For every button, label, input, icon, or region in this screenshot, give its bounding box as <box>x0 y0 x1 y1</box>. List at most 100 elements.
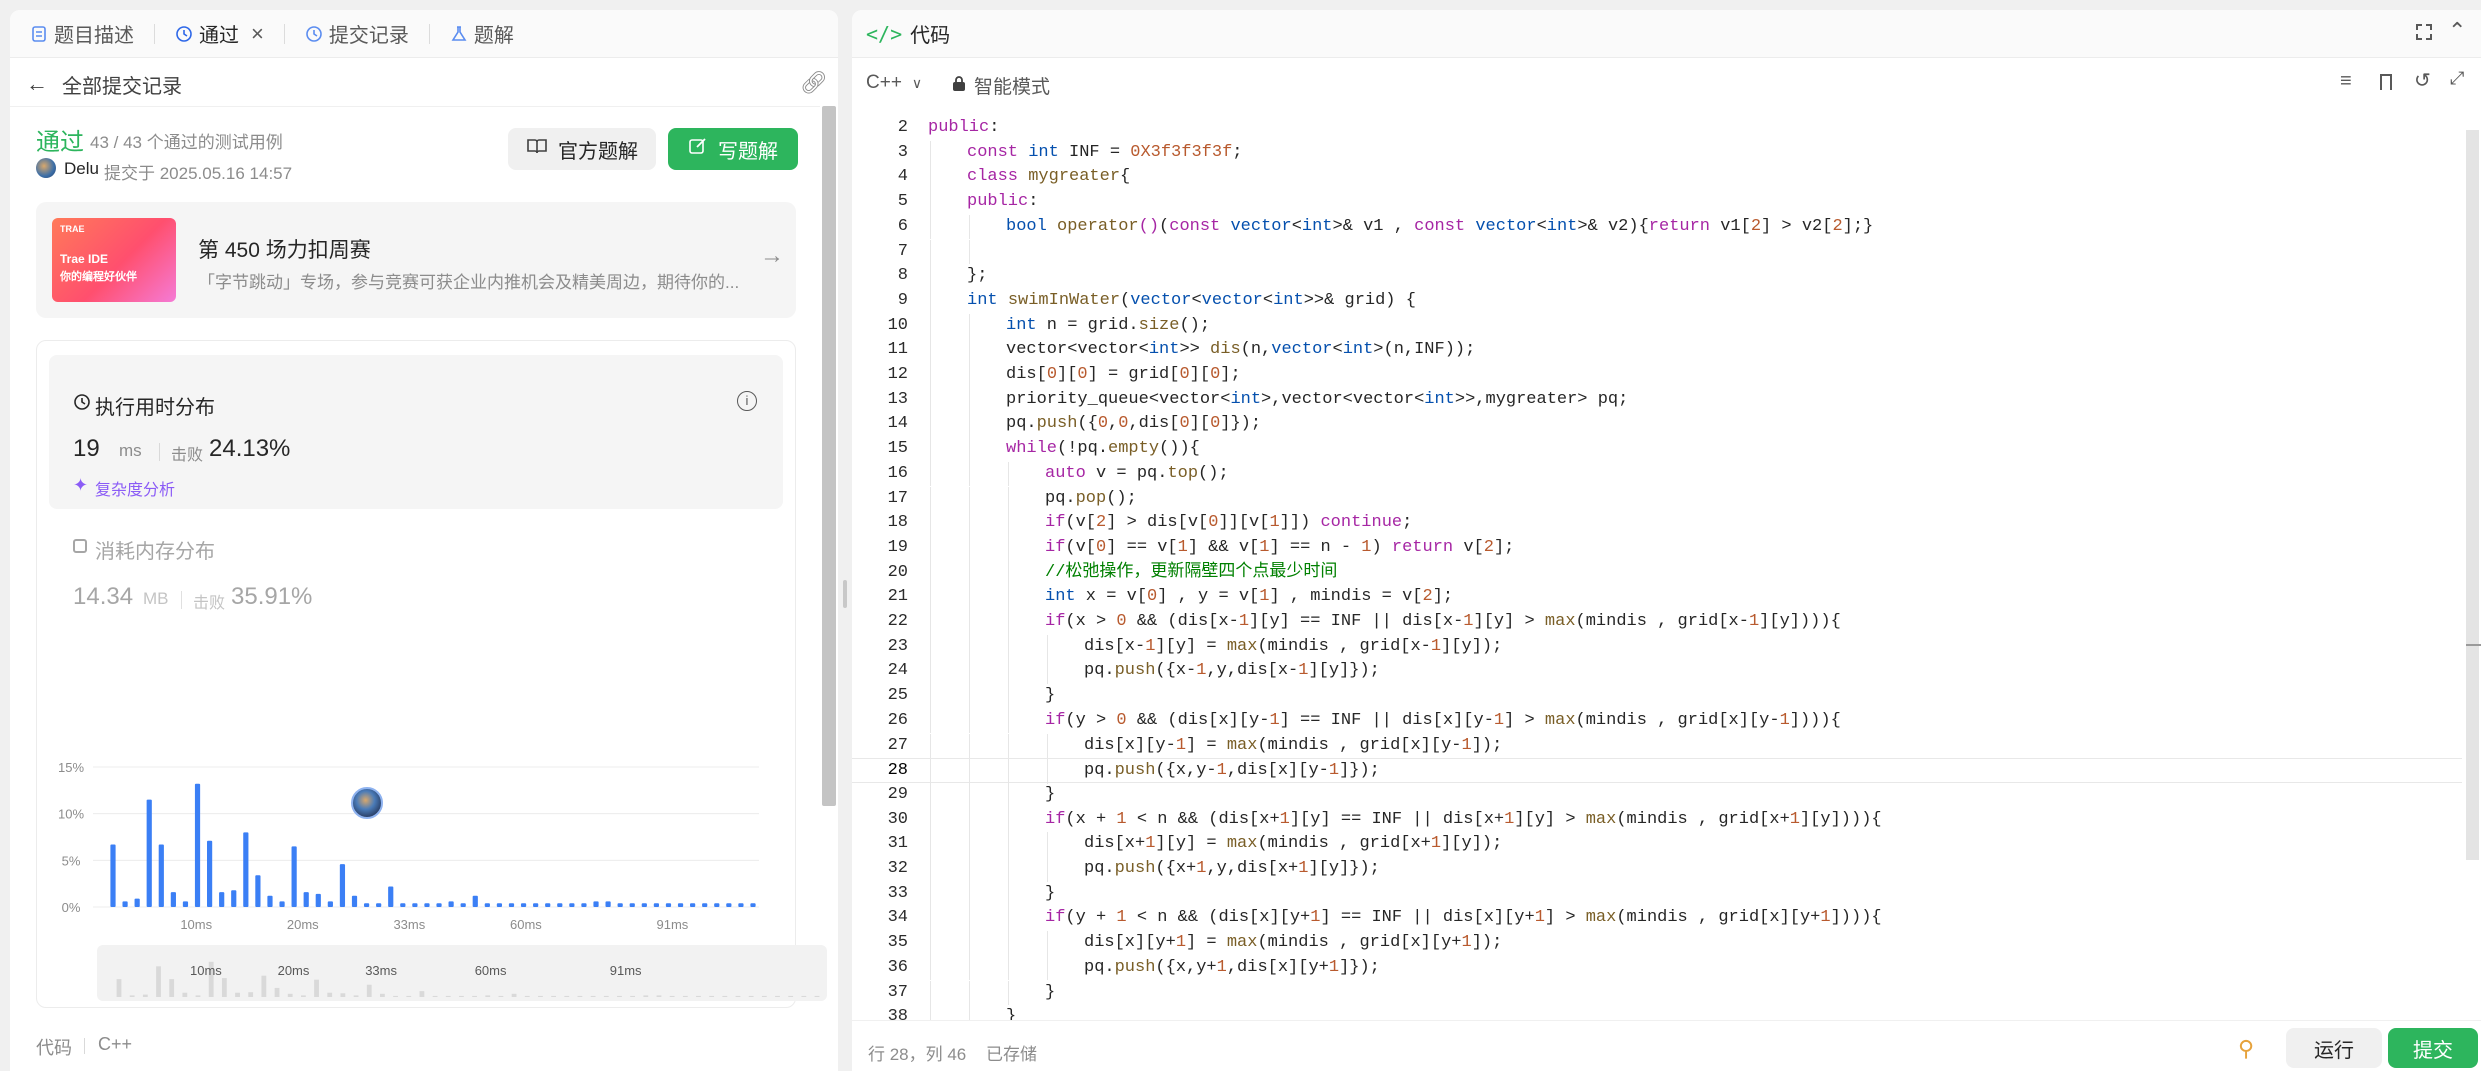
runtime-bar[interactable] <box>714 903 720 907</box>
info-icon[interactable]: i <box>737 391 757 411</box>
chart-range-slider[interactable]: 10ms 20ms 33ms 60ms 91ms <box>97 945 827 1001</box>
tab-submissions[interactable]: 提交记录 <box>305 19 409 48</box>
code-line[interactable]: 11 vector<vector<int>> dis(n,vector<int>(… <box>852 338 2462 363</box>
runtime-bar[interactable] <box>315 893 321 907</box>
runtime-bar[interactable] <box>339 864 346 907</box>
panel-resize-handle[interactable] <box>843 580 847 608</box>
runtime-bar[interactable] <box>605 901 611 907</box>
runtime-bar[interactable] <box>122 901 128 907</box>
runtime-bar[interactable] <box>484 903 490 907</box>
code-line[interactable]: 35 dis[x][y+1] = max(mindis , grid[x][y+1… <box>852 931 2462 956</box>
language-select[interactable]: C++ ∨ <box>866 72 922 94</box>
runtime-bar[interactable] <box>424 903 430 907</box>
code-line[interactable]: 18 if(v[2] > dis[v[0]][v[1]]) continue; <box>852 511 2462 536</box>
runtime-bar[interactable] <box>400 903 406 907</box>
runtime-bar[interactable] <box>327 901 333 907</box>
chevron-up-icon[interactable]: ⌃ <box>2448 18 2466 44</box>
code-line[interactable]: 25} <box>852 684 2462 709</box>
runtime-bar[interactable] <box>388 886 394 907</box>
code-line[interactable]: 5 public: <box>852 190 2462 215</box>
code-line[interactable]: 10 int n = grid.size(); <box>852 313 2462 339</box>
code-line[interactable]: 38} <box>852 1005 2462 1020</box>
code-line[interactable]: 34 if(y + 1 < n && (dis[x][y+1] == INF ||… <box>852 906 2462 932</box>
code-line[interactable]: 17 pq.pop(); <box>852 486 2462 512</box>
code-line[interactable]: 15 while(!pq.empty()){ <box>852 437 2462 462</box>
runtime-bar[interactable] <box>303 892 309 907</box>
runtime-bar[interactable] <box>243 832 249 907</box>
code-line[interactable]: 14 pq.push({0,0,dis[0][0]}); <box>852 412 2462 438</box>
runtime-bar[interactable] <box>110 844 116 907</box>
code-line[interactable]: 29} <box>852 782 2462 808</box>
run-button[interactable]: 运行 <box>2286 1028 2382 1068</box>
code-line[interactable]: 9 int swimInWater(vector<vector<int>>& gr… <box>852 288 2462 314</box>
code-line[interactable]: 23 dis[x-1][y] = max(mindis , grid[x-1][y… <box>852 634 2462 660</box>
contest-banner[interactable]: TRAE Trae IDE 你的编程好伙伴 第 450 场力扣周赛 「字节跳动」… <box>36 202 796 318</box>
runtime-bar[interactable] <box>436 903 442 907</box>
code-line[interactable]: 37} <box>852 980 2462 1006</box>
code-line[interactable]: 8}; <box>852 264 2462 289</box>
runtime-bar[interactable] <box>170 892 176 907</box>
code-line[interactable]: 12 dis[0][0] = grid[0][0]; <box>852 363 2462 388</box>
code-line[interactable]: 22 if(x > 0 && (dis[x-1][y] == INF || dis… <box>852 610 2462 635</box>
code-line[interactable]: 28 pq.push({x,y-1,dis[x][y-1]}); <box>852 758 2462 784</box>
runtime-bar[interactable] <box>665 903 672 907</box>
runtime-bar[interactable] <box>182 901 189 907</box>
submit-button[interactable]: 提交 <box>2388 1028 2478 1068</box>
runtime-bar[interactable] <box>545 903 551 907</box>
complexity-analysis-link[interactable]: 复杂度分析 <box>95 476 175 500</box>
expand-icon[interactable]: ⤢ <box>2450 68 2464 89</box>
tab-solutions[interactable]: 题解 <box>450 19 514 48</box>
runtime-bar[interactable] <box>690 903 696 907</box>
code-area[interactable]: 2 public: 3 const int INF = 0X3f3f3f3f; 4 cla… <box>852 116 2472 1020</box>
assistant-icon[interactable]: ⚲ <box>2238 1036 2254 1062</box>
runtime-bar[interactable] <box>448 901 454 907</box>
fullscreen-icon[interactable] <box>2416 24 2432 40</box>
code-line[interactable]: 13 priority_queue<vector<int>,vector<vect… <box>852 387 2462 413</box>
runtime-distribution-chart[interactable]: 15% 10% 5% 0% 10ms 20ms 33ms 60ms 91ms <box>37 661 795 961</box>
code-line[interactable]: 19 if(v[0] == v[1] && v[1] == n - 1) retu… <box>852 535 2462 561</box>
runtime-bar[interactable] <box>134 898 140 907</box>
username[interactable]: Delu <box>64 159 99 179</box>
back-row[interactable]: ← 全部提交记录 <box>26 66 182 102</box>
tab-description[interactable]: 题目描述 <box>30 19 134 48</box>
runtime-box[interactable]: 执行用时分布 i 19 ms 击败 24.13% ✦ 复杂度分析 <box>49 355 783 509</box>
runtime-bar[interactable] <box>653 903 659 907</box>
runtime-bar[interactable] <box>750 903 756 907</box>
user-marker-avatar[interactable] <box>351 787 383 819</box>
runtime-bar[interactable] <box>158 844 164 907</box>
write-solution-button[interactable]: 写题解 <box>668 128 798 170</box>
runtime-bar[interactable] <box>412 903 418 907</box>
runtime-bar[interactable] <box>363 903 370 907</box>
runtime-bar[interactable] <box>146 799 152 907</box>
code-line[interactable]: 4 class mygreater{ <box>852 165 2462 191</box>
runtime-bar[interactable] <box>207 840 213 907</box>
runtime-bar[interactable] <box>376 903 382 907</box>
code-line[interactable]: 27 dis[x][y-1] = max(mindis , grid[x][y-1… <box>852 733 2462 759</box>
runtime-bar[interactable] <box>557 903 563 907</box>
runtime-bar[interactable] <box>496 903 503 907</box>
code-line[interactable]: 26 if(y > 0 && (dis[x][y-1] == INF || dis… <box>852 708 2462 734</box>
runtime-bar[interactable] <box>641 903 647 907</box>
tab-accepted[interactable]: 通过 × <box>175 19 264 48</box>
format-icon[interactable]: ≡ <box>2340 70 2352 93</box>
runtime-bar[interactable] <box>219 892 225 907</box>
code-line[interactable]: 16 auto v = pq.top(); <box>852 461 2462 487</box>
code-line[interactable]: 36 pq.push({x,y+1,dis[x][y+1]}); <box>852 955 2462 981</box>
runtime-bar[interactable] <box>738 903 744 907</box>
code-line[interactable]: 31 dis[x+1][y] = max(mindis , grid[x+1][y… <box>852 832 2462 857</box>
runtime-bar[interactable] <box>255 875 261 907</box>
runtime-bar[interactable] <box>194 783 201 907</box>
reset-icon[interactable]: ↺ <box>2414 68 2431 93</box>
runtime-bar[interactable] <box>460 903 466 907</box>
code-line[interactable]: 30 if(x + 1 < n && (dis[x+1][y] == INF ||… <box>852 807 2462 833</box>
code-line[interactable]: 21 int x = v[0] , y = v[1] , mindis = v[2… <box>852 585 2462 610</box>
runtime-bar[interactable] <box>533 903 539 907</box>
code-line[interactable]: 32 pq.push({x+1,y,dis[x+1][y]}); <box>852 857 2462 882</box>
runtime-bar[interactable] <box>677 903 684 907</box>
code-line[interactable]: 2 public: <box>852 116 2462 141</box>
code-line[interactable]: 7 <box>852 239 2462 265</box>
memory-title[interactable]: 消耗内存分布 <box>95 535 215 564</box>
runtime-bar[interactable] <box>291 846 297 907</box>
runtime-bar[interactable] <box>569 903 575 907</box>
code-scrollbar[interactable] <box>2466 130 2479 860</box>
